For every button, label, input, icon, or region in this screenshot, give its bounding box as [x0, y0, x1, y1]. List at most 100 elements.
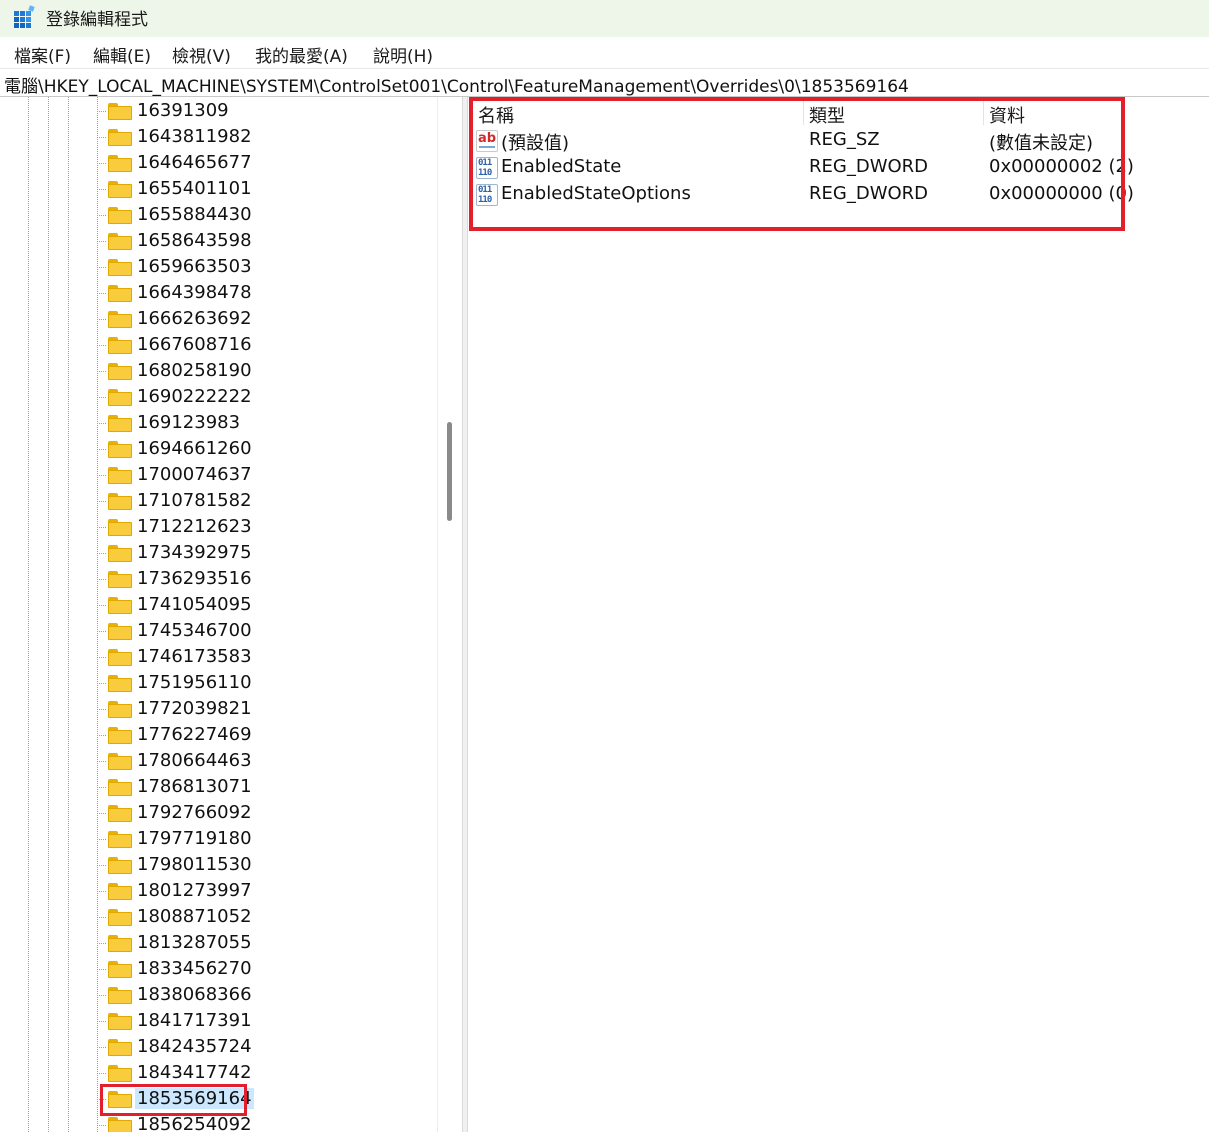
folder-icon: [108, 623, 132, 640]
values-pane: 名稱 類型 資料 ab (預設值) REG_SZ (數值未設定) 011 110 …: [468, 97, 1209, 1132]
tree-item[interactable]: 1680258190: [97, 358, 436, 384]
folder-icon: [108, 389, 132, 406]
tree-item[interactable]: 1664398478: [97, 280, 436, 306]
menu-edit[interactable]: 編輯(E): [93, 42, 151, 67]
tree-item[interactable]: 1655884430: [97, 202, 436, 228]
tree-item[interactable]: 1690222222: [97, 384, 436, 410]
tree-connector: [97, 579, 106, 580]
tree-item[interactable]: 1853569164: [97, 1084, 436, 1116]
folder-icon: [108, 1117, 132, 1132]
tree-connector: [97, 969, 106, 970]
tree-item[interactable]: 1797719180: [97, 826, 436, 852]
tree-item-label: 1792766092: [137, 802, 252, 823]
tree-item[interactable]: 1792766092: [97, 800, 436, 826]
tree-connector: [97, 423, 106, 424]
tree-item[interactable]: 169123983: [97, 410, 436, 436]
tree-item[interactable]: 1776227469: [97, 722, 436, 748]
tree-connector: [97, 761, 106, 762]
tree-connector: [97, 813, 106, 814]
tree-item[interactable]: 1667608716: [97, 332, 436, 358]
scrollbar-thumb[interactable]: [447, 422, 452, 521]
tree-item[interactable]: 1710781582: [97, 488, 436, 514]
tree-scrollbar[interactable]: [437, 97, 461, 1132]
folder-icon: [108, 857, 132, 874]
tree-item[interactable]: 16391309: [97, 98, 436, 124]
tree-item-label: 1842435724: [137, 1036, 252, 1057]
tree-item[interactable]: 1700074637: [97, 462, 436, 488]
tree-item-label: 1841717391: [137, 1010, 252, 1031]
tree-connector: [97, 683, 106, 684]
tree-connector: [97, 475, 106, 476]
menu-favorites[interactable]: 我的最愛(A): [255, 42, 348, 67]
tree-item[interactable]: 1712212623: [97, 514, 436, 540]
tree-item[interactable]: 1643811982: [97, 124, 436, 150]
folder-icon: [108, 1065, 132, 1082]
tree-item-label: 1801273997: [137, 880, 252, 901]
folder-icon: [108, 441, 132, 458]
tree-item-label: 1856254092: [137, 1114, 252, 1132]
tree-item-label: 1745346700: [137, 620, 252, 641]
tree-connector: [97, 527, 106, 528]
folder-icon: [108, 883, 132, 900]
tree-item[interactable]: 1741054095: [97, 592, 436, 618]
tree-item[interactable]: 1746173583: [97, 644, 436, 670]
tree-item[interactable]: 1801273997: [97, 878, 436, 904]
tree-item[interactable]: 1745346700: [97, 618, 436, 644]
tree-item-label: 1786813071: [137, 776, 252, 797]
address-bar[interactable]: 電腦\HKEY_LOCAL_MACHINE\SYSTEM\ControlSet0…: [0, 68, 1209, 97]
tree-item-label: 1646465677: [137, 152, 252, 173]
tree-item[interactable]: 1734392975: [97, 540, 436, 566]
tree-connector: [97, 995, 106, 996]
folder-icon: [108, 935, 132, 952]
tree-item[interactable]: 1808871052: [97, 904, 436, 930]
tree-connector: [97, 943, 106, 944]
tree-item[interactable]: 1646465677: [97, 150, 436, 176]
tree-item[interactable]: 1694661260: [97, 436, 436, 462]
tree-item[interactable]: 1841717391: [97, 1008, 436, 1034]
tree-item[interactable]: 1666263692: [97, 306, 436, 332]
tree-item-label: 1776227469: [137, 724, 252, 745]
title-bar: 登錄編輯程式: [0, 0, 1209, 37]
tree-item[interactable]: 1658643598: [97, 228, 436, 254]
tree-connector: [97, 501, 106, 502]
tree-item-label: 1797719180: [137, 828, 252, 849]
tree-item[interactable]: 1655401101: [97, 176, 436, 202]
folder-icon: [108, 597, 132, 614]
tree-connector: [97, 709, 106, 710]
tree-item[interactable]: 1772039821: [97, 696, 436, 722]
tree-item[interactable]: 1838068366: [97, 982, 436, 1008]
menu-file[interactable]: 檔案(F): [14, 42, 71, 67]
key-tree-pane[interactable]: 16391309 1643811982 1646465677 1655401101 16…: [0, 97, 462, 1132]
address-path[interactable]: 電腦\HKEY_LOCAL_MACHINE\SYSTEM\ControlSet0…: [4, 72, 909, 97]
tree-item[interactable]: 1659663503: [97, 254, 436, 280]
folder-icon: [108, 207, 132, 224]
tree-item[interactable]: 1833456270: [97, 956, 436, 982]
tree-item[interactable]: 1843417742: [97, 1060, 436, 1086]
tree-item[interactable]: 1813287055: [97, 930, 436, 956]
tree-item[interactable]: 1780664463: [97, 748, 436, 774]
folder-icon: [108, 415, 132, 432]
menu-view[interactable]: 檢視(V): [172, 42, 231, 67]
tree-connector: [97, 267, 106, 268]
folder-icon: [108, 753, 132, 770]
folder-icon: [108, 701, 132, 718]
tree-connector: [97, 553, 106, 554]
tree-item[interactable]: 1786813071: [97, 774, 436, 800]
folder-icon: [108, 961, 132, 978]
tree-item[interactable]: 1798011530: [97, 852, 436, 878]
tree-connector: [97, 371, 106, 372]
tree-connector: [97, 163, 106, 164]
tree-item-label: 1666263692: [137, 308, 252, 329]
tree-item[interactable]: 1736293516: [97, 566, 436, 592]
menu-help[interactable]: 說明(H): [373, 42, 433, 67]
folder-icon: [108, 571, 132, 588]
folder-icon: [108, 1039, 132, 1056]
tree-connector: [97, 657, 106, 658]
tree-connector: [97, 917, 106, 918]
tree-item[interactable]: 1842435724: [97, 1034, 436, 1060]
tree-item[interactable]: 1856254092: [97, 1112, 436, 1132]
tree-item[interactable]: 1751956110: [97, 670, 436, 696]
folder-icon: [108, 155, 132, 172]
folder-icon: [108, 831, 132, 848]
tree-connector: [97, 319, 106, 320]
